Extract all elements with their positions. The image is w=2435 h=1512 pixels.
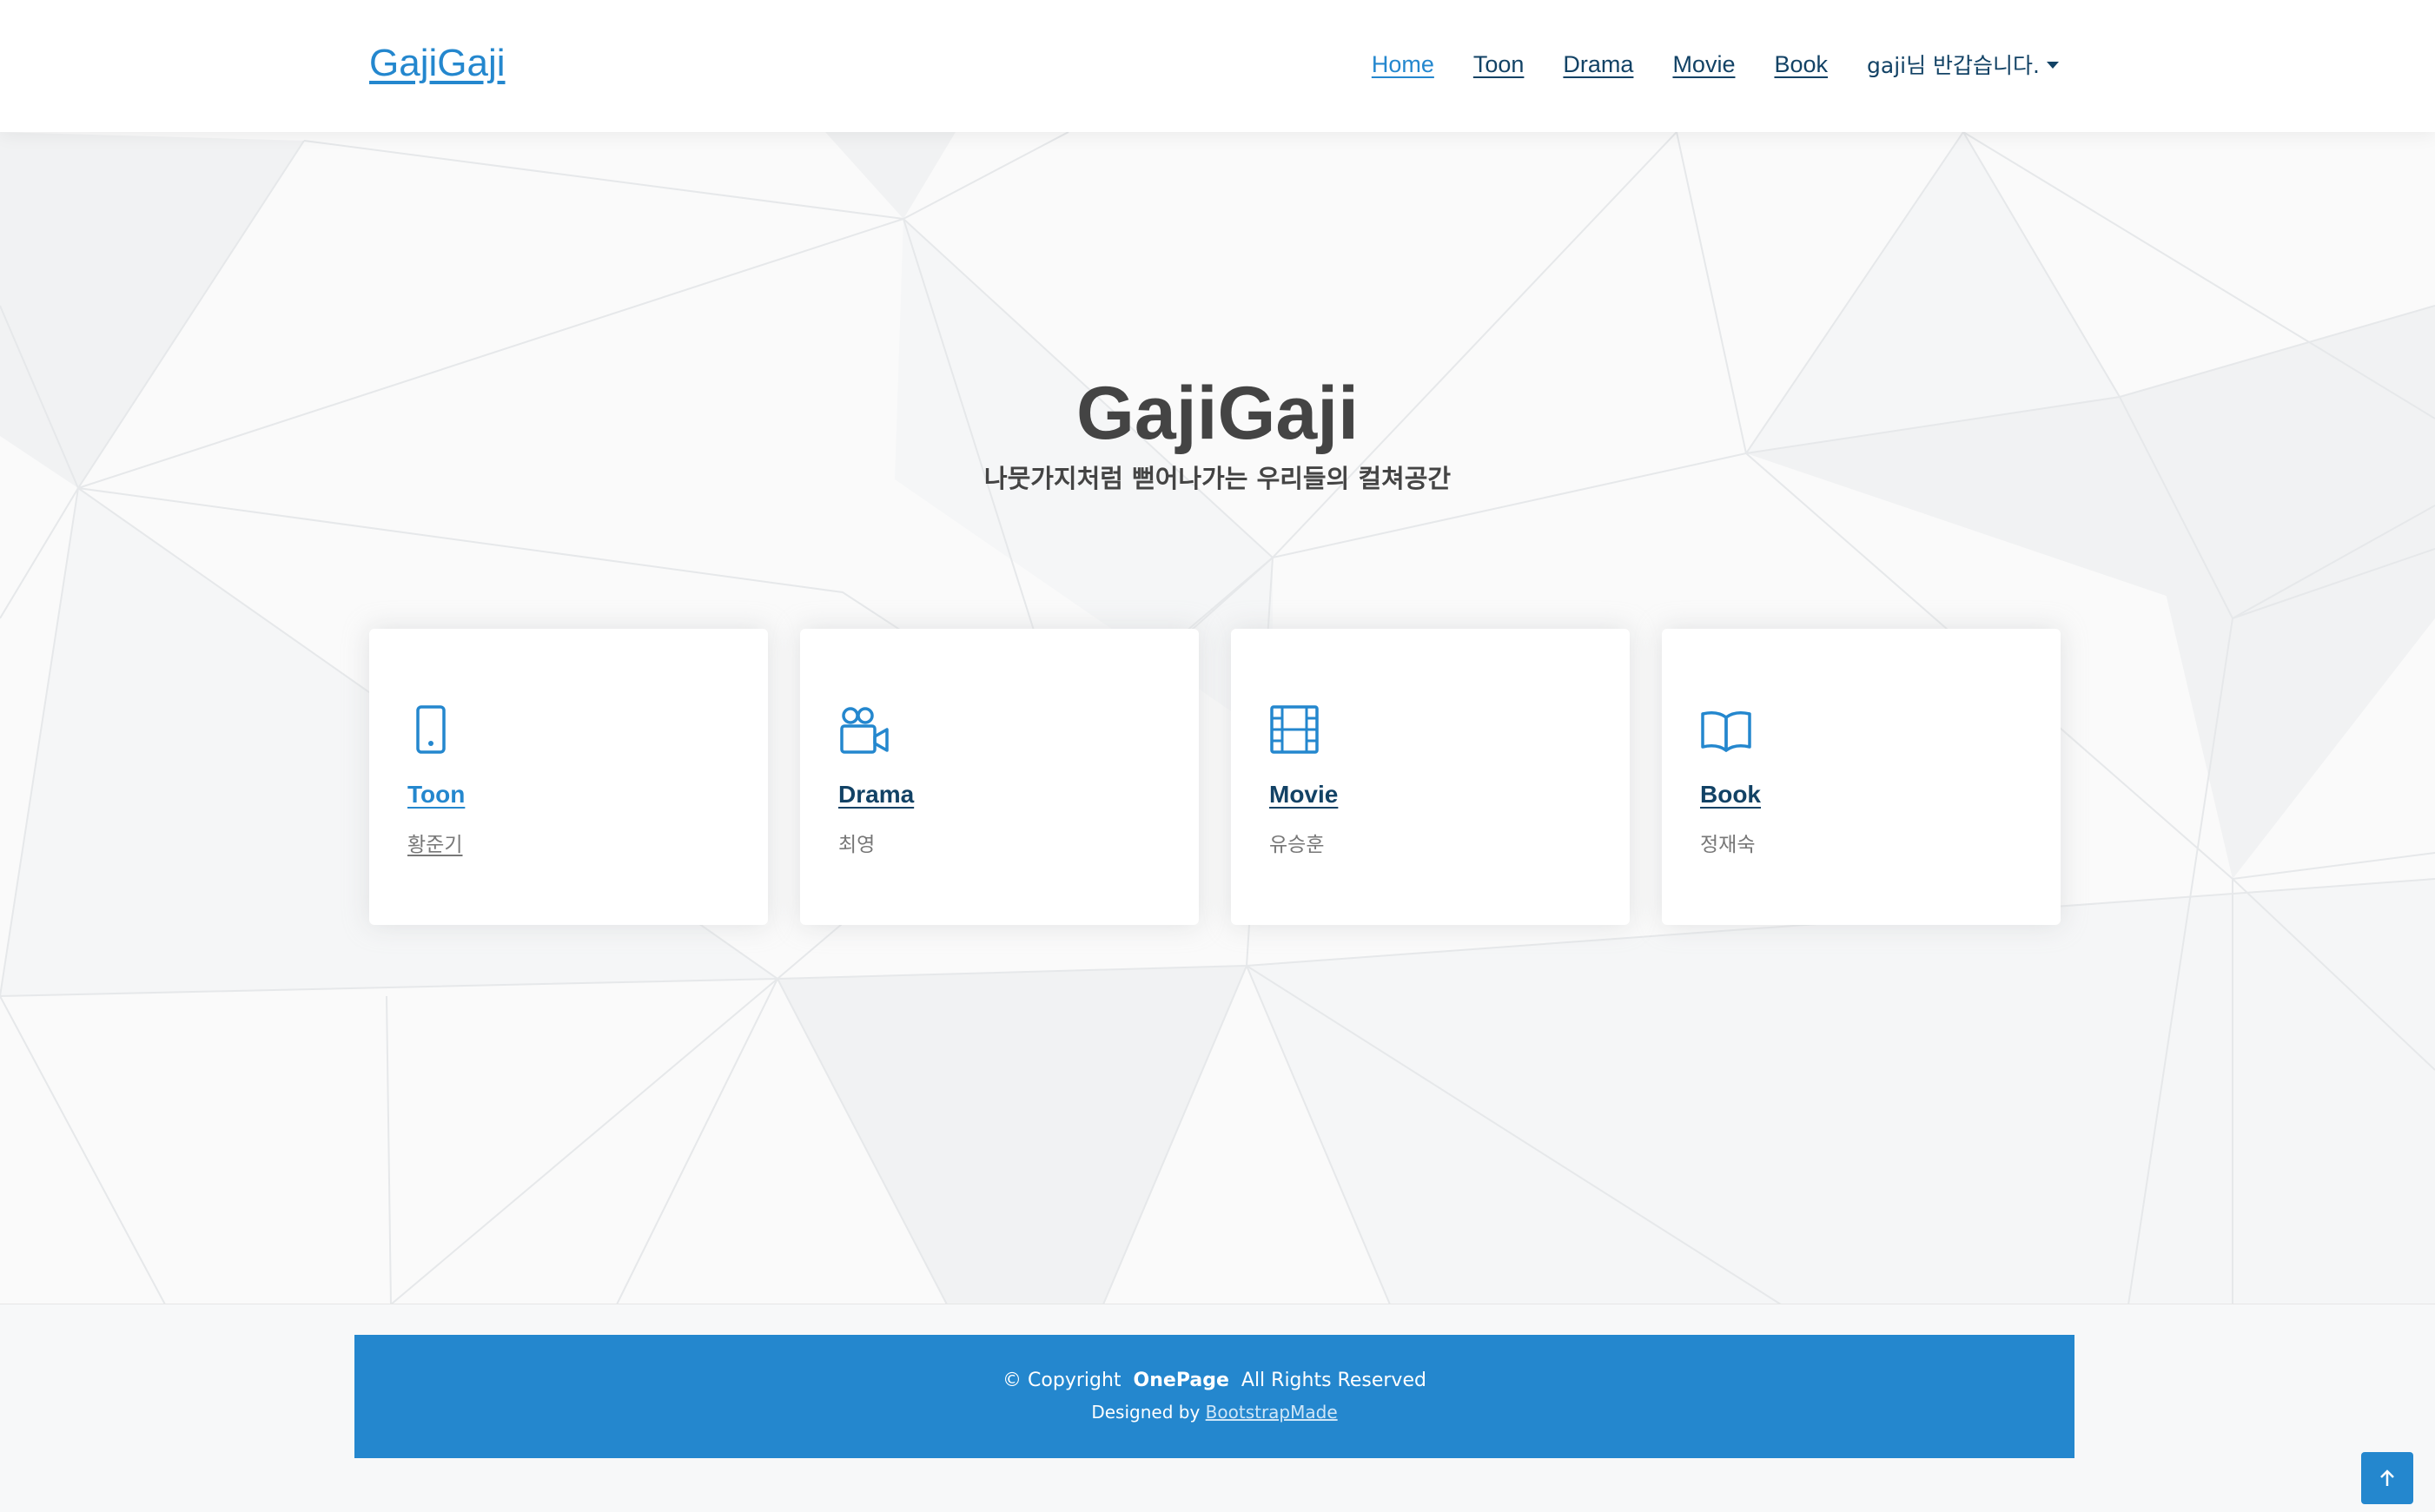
card-title-drama[interactable]: Drama xyxy=(838,781,914,809)
footer-copyright: © Copyright OnePage All Rights Reserved xyxy=(354,1370,2074,1391)
category-cards: Toon 황준기 Drama 최영 Movie 유승훈 Book 정재숙 xyxy=(369,629,2061,925)
arrow-up-icon xyxy=(2380,1469,2394,1486)
main-nav: Home Toon Drama Movie Book gaji님 반갑습니다. xyxy=(1372,49,2059,80)
footer-brand: OnePage xyxy=(1133,1370,1229,1391)
site-logo[interactable]: GajiGaji xyxy=(369,42,506,85)
footer-credits: Designed by BootstrapMade xyxy=(354,1402,2074,1423)
site-header: GajiGaji Home Toon Drama Movie Book gaji… xyxy=(0,0,2435,132)
card-toon: Toon 황준기 xyxy=(369,629,768,925)
designed-by-label: Designed by xyxy=(1091,1402,1201,1423)
card-title-movie[interactable]: Movie xyxy=(1269,781,1338,809)
nav-toon-link[interactable]: Toon xyxy=(1473,51,1525,78)
user-greeting: gaji님 반갑습니다. xyxy=(1867,53,2040,78)
hero-section: GajiGaji 나뭇가지처럼 뻗어나가는 우리들의 컬쳐공간 Toon 황준기… xyxy=(0,132,2435,1304)
card-drama: Drama 최영 xyxy=(800,629,1199,925)
film-icon xyxy=(1270,705,1319,754)
site-footer: © Copyright OnePage All Rights Reserved … xyxy=(354,1335,2074,1458)
card-author-book: 정재숙 xyxy=(1700,834,1756,856)
caret-down-icon xyxy=(2047,62,2059,69)
nav-drama-link[interactable]: Drama xyxy=(1563,51,1633,78)
card-movie: Movie 유승훈 xyxy=(1231,629,1630,925)
book-icon xyxy=(1701,711,1751,752)
card-title-book[interactable]: Book xyxy=(1700,781,1761,809)
card-author-toon[interactable]: 황준기 xyxy=(407,828,462,857)
card-title-toon[interactable]: Toon xyxy=(407,781,465,809)
phone-icon xyxy=(416,705,446,754)
copyright-prefix: © Copyright xyxy=(1002,1370,1122,1391)
card-book: Book 정재숙 xyxy=(1662,629,2061,925)
camera-reels-icon xyxy=(840,707,889,754)
card-author-movie: 유승훈 xyxy=(1269,834,1325,856)
user-dropdown[interactable]: gaji님 반갑습니다. xyxy=(1867,49,2059,80)
designer-link[interactable]: BootstrapMade xyxy=(1206,1402,1338,1423)
hero-subtitle: 나뭇가지처럼 뻗어나가는 우리들의 컬쳐공간 xyxy=(983,464,1452,493)
nav-book-link[interactable]: Book xyxy=(1774,51,1828,78)
card-author-drama: 최영 xyxy=(838,834,876,856)
nav-movie-link[interactable]: Movie xyxy=(1672,51,1735,78)
footer-rights: All Rights Reserved xyxy=(1241,1370,1426,1391)
nav-home-link[interactable]: Home xyxy=(1372,51,1434,78)
hero-title: GajiGaji xyxy=(1075,372,1360,455)
back-to-top-button[interactable] xyxy=(2361,1452,2413,1504)
